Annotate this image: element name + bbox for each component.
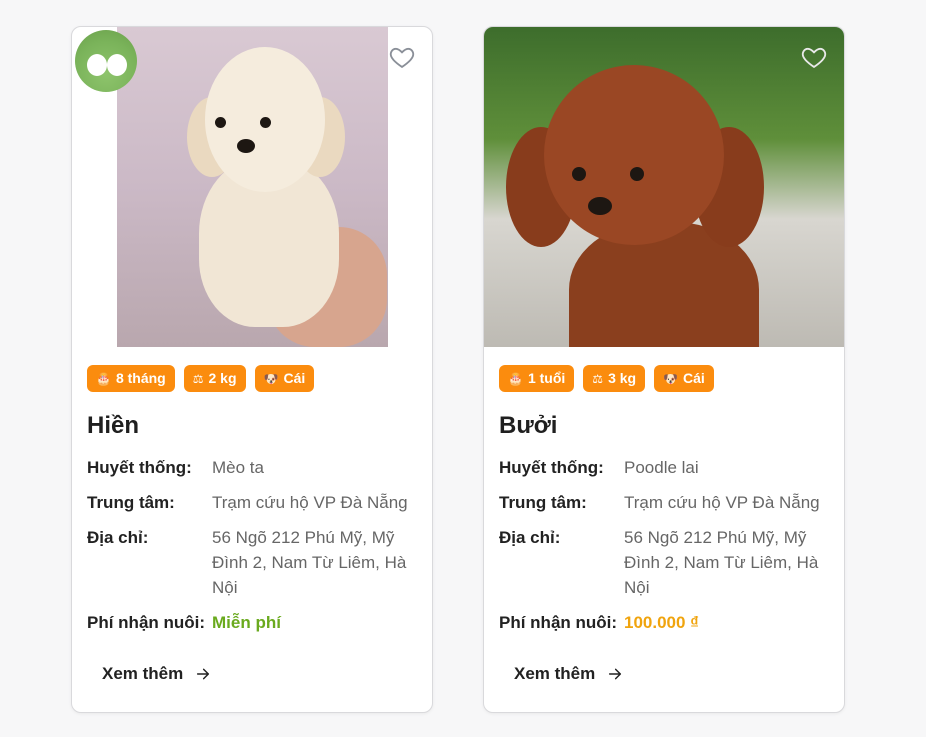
center-avatar[interactable] bbox=[75, 30, 137, 92]
arrow-right-icon bbox=[197, 668, 210, 680]
pet-name: Hiền bbox=[87, 412, 140, 439]
center-value: Trạm cứu hộ VP Đà Nẵng bbox=[624, 493, 820, 512]
breed-row: Huyết thống: Poodle lai bbox=[499, 455, 829, 480]
paw-face-icon: 🐶 bbox=[263, 371, 279, 386]
breed-label: Huyết thống: bbox=[87, 458, 192, 477]
center-value: Trạm cứu hộ VP Đà Nẵng bbox=[212, 493, 408, 512]
gender-tag: 🐶 Cái bbox=[254, 365, 315, 392]
gender-tag-label: Cái bbox=[683, 370, 705, 386]
pet-name: Bưởi bbox=[499, 412, 558, 439]
fee-row: Phí nhận nuôi: 100.000 ₫ bbox=[499, 610, 829, 635]
weight-icon: ⚖ bbox=[192, 371, 204, 386]
pet-image bbox=[117, 27, 388, 347]
heart-outline-icon[interactable] bbox=[800, 43, 828, 71]
weight-tag-label: 3 kg bbox=[608, 370, 637, 386]
gender-tag-label: Cái bbox=[283, 370, 306, 386]
pet-info: Huyết thống: Mèo ta Trung tâm: Trạm cứu … bbox=[87, 455, 417, 645]
address-row: Địa chỉ: 56 Ngõ 212 Phú Mỹ, Mỹ Đình 2, N… bbox=[499, 525, 829, 600]
gender-tag: 🐶 Cái bbox=[654, 365, 714, 392]
pet-card[interactable]: 🎂 1 tuổi ⚖ 3 kg 🐶 Cái Bưởi Huyết thống: Poo… bbox=[483, 26, 845, 713]
weight-tag: ⚖ 3 kg bbox=[583, 365, 646, 392]
age-tag: 🎂 8 tháng bbox=[87, 365, 175, 392]
breed-row: Huyết thống: Mèo ta bbox=[87, 455, 417, 480]
center-row: Trung tâm: Trạm cứu hộ VP Đà Nẵng bbox=[499, 490, 829, 515]
breed-label: Huyết thống: bbox=[499, 458, 604, 477]
address-label: Địa chỉ: bbox=[499, 528, 561, 547]
pet-info: Huyết thống: Poodle lai Trung tâm: Trạm … bbox=[499, 455, 829, 645]
pet-photo[interactable] bbox=[484, 27, 844, 347]
pet-tags: 🎂 1 tuổi ⚖ 3 kg 🐶 Cái bbox=[499, 365, 714, 392]
address-value: 56 Ngõ 212 Phú Mỹ, Mỹ Đình 2, Nam Từ Liê… bbox=[624, 528, 819, 597]
fee-value: Miễn phí bbox=[212, 613, 281, 632]
address-value: 56 Ngõ 212 Phú Mỹ, Mỹ Đình 2, Nam Từ Liê… bbox=[212, 528, 407, 597]
center-label: Trung tâm: bbox=[87, 493, 175, 512]
see-more-link[interactable]: Xem thêm bbox=[102, 664, 211, 684]
center-row: Trung tâm: Trạm cứu hộ VP Đà Nẵng bbox=[87, 490, 417, 515]
pet-image bbox=[484, 27, 844, 347]
center-label: Trung tâm: bbox=[499, 493, 587, 512]
weight-tag-label: 2 kg bbox=[208, 370, 237, 386]
fee-label: Phí nhận nuôi: bbox=[87, 613, 206, 632]
address-label: Địa chỉ: bbox=[87, 528, 149, 547]
cake-icon: 🎂 bbox=[96, 371, 111, 386]
fee-row: Phí nhận nuôi: Miễn phí bbox=[87, 610, 417, 635]
fee-label: Phí nhận nuôi: bbox=[499, 613, 618, 632]
pet-tags: 🎂 8 tháng ⚖ 2 kg 🐶 Cái bbox=[87, 365, 315, 392]
age-tag-label: 1 tuổi bbox=[527, 370, 566, 386]
arrow-right-icon bbox=[609, 668, 622, 680]
heart-outline-icon[interactable] bbox=[388, 43, 416, 71]
see-more-link[interactable]: Xem thêm bbox=[514, 664, 623, 684]
age-tag: 🎂 1 tuổi bbox=[499, 365, 575, 392]
breed-value: Mèo ta bbox=[212, 458, 264, 477]
weight-tag: ⚖ 2 kg bbox=[183, 365, 246, 392]
weight-icon: ⚖ bbox=[592, 371, 604, 386]
pet-card[interactable]: 🎂 8 tháng ⚖ 2 kg 🐶 Cái Hiền Huyết thống: Mè… bbox=[71, 26, 433, 713]
address-row: Địa chỉ: 56 Ngõ 212 Phú Mỹ, Mỹ Đình 2, N… bbox=[87, 525, 417, 600]
fee-value: 100.000 ₫ bbox=[624, 613, 699, 632]
cake-icon: 🎂 bbox=[508, 371, 523, 386]
breed-value: Poodle lai bbox=[624, 458, 699, 477]
paw-face-icon: 🐶 bbox=[663, 371, 679, 386]
age-tag-label: 8 tháng bbox=[115, 370, 166, 386]
see-more-label: Xem thêm bbox=[102, 664, 184, 683]
see-more-label: Xem thêm bbox=[514, 664, 596, 683]
pet-photo[interactable] bbox=[72, 27, 432, 347]
